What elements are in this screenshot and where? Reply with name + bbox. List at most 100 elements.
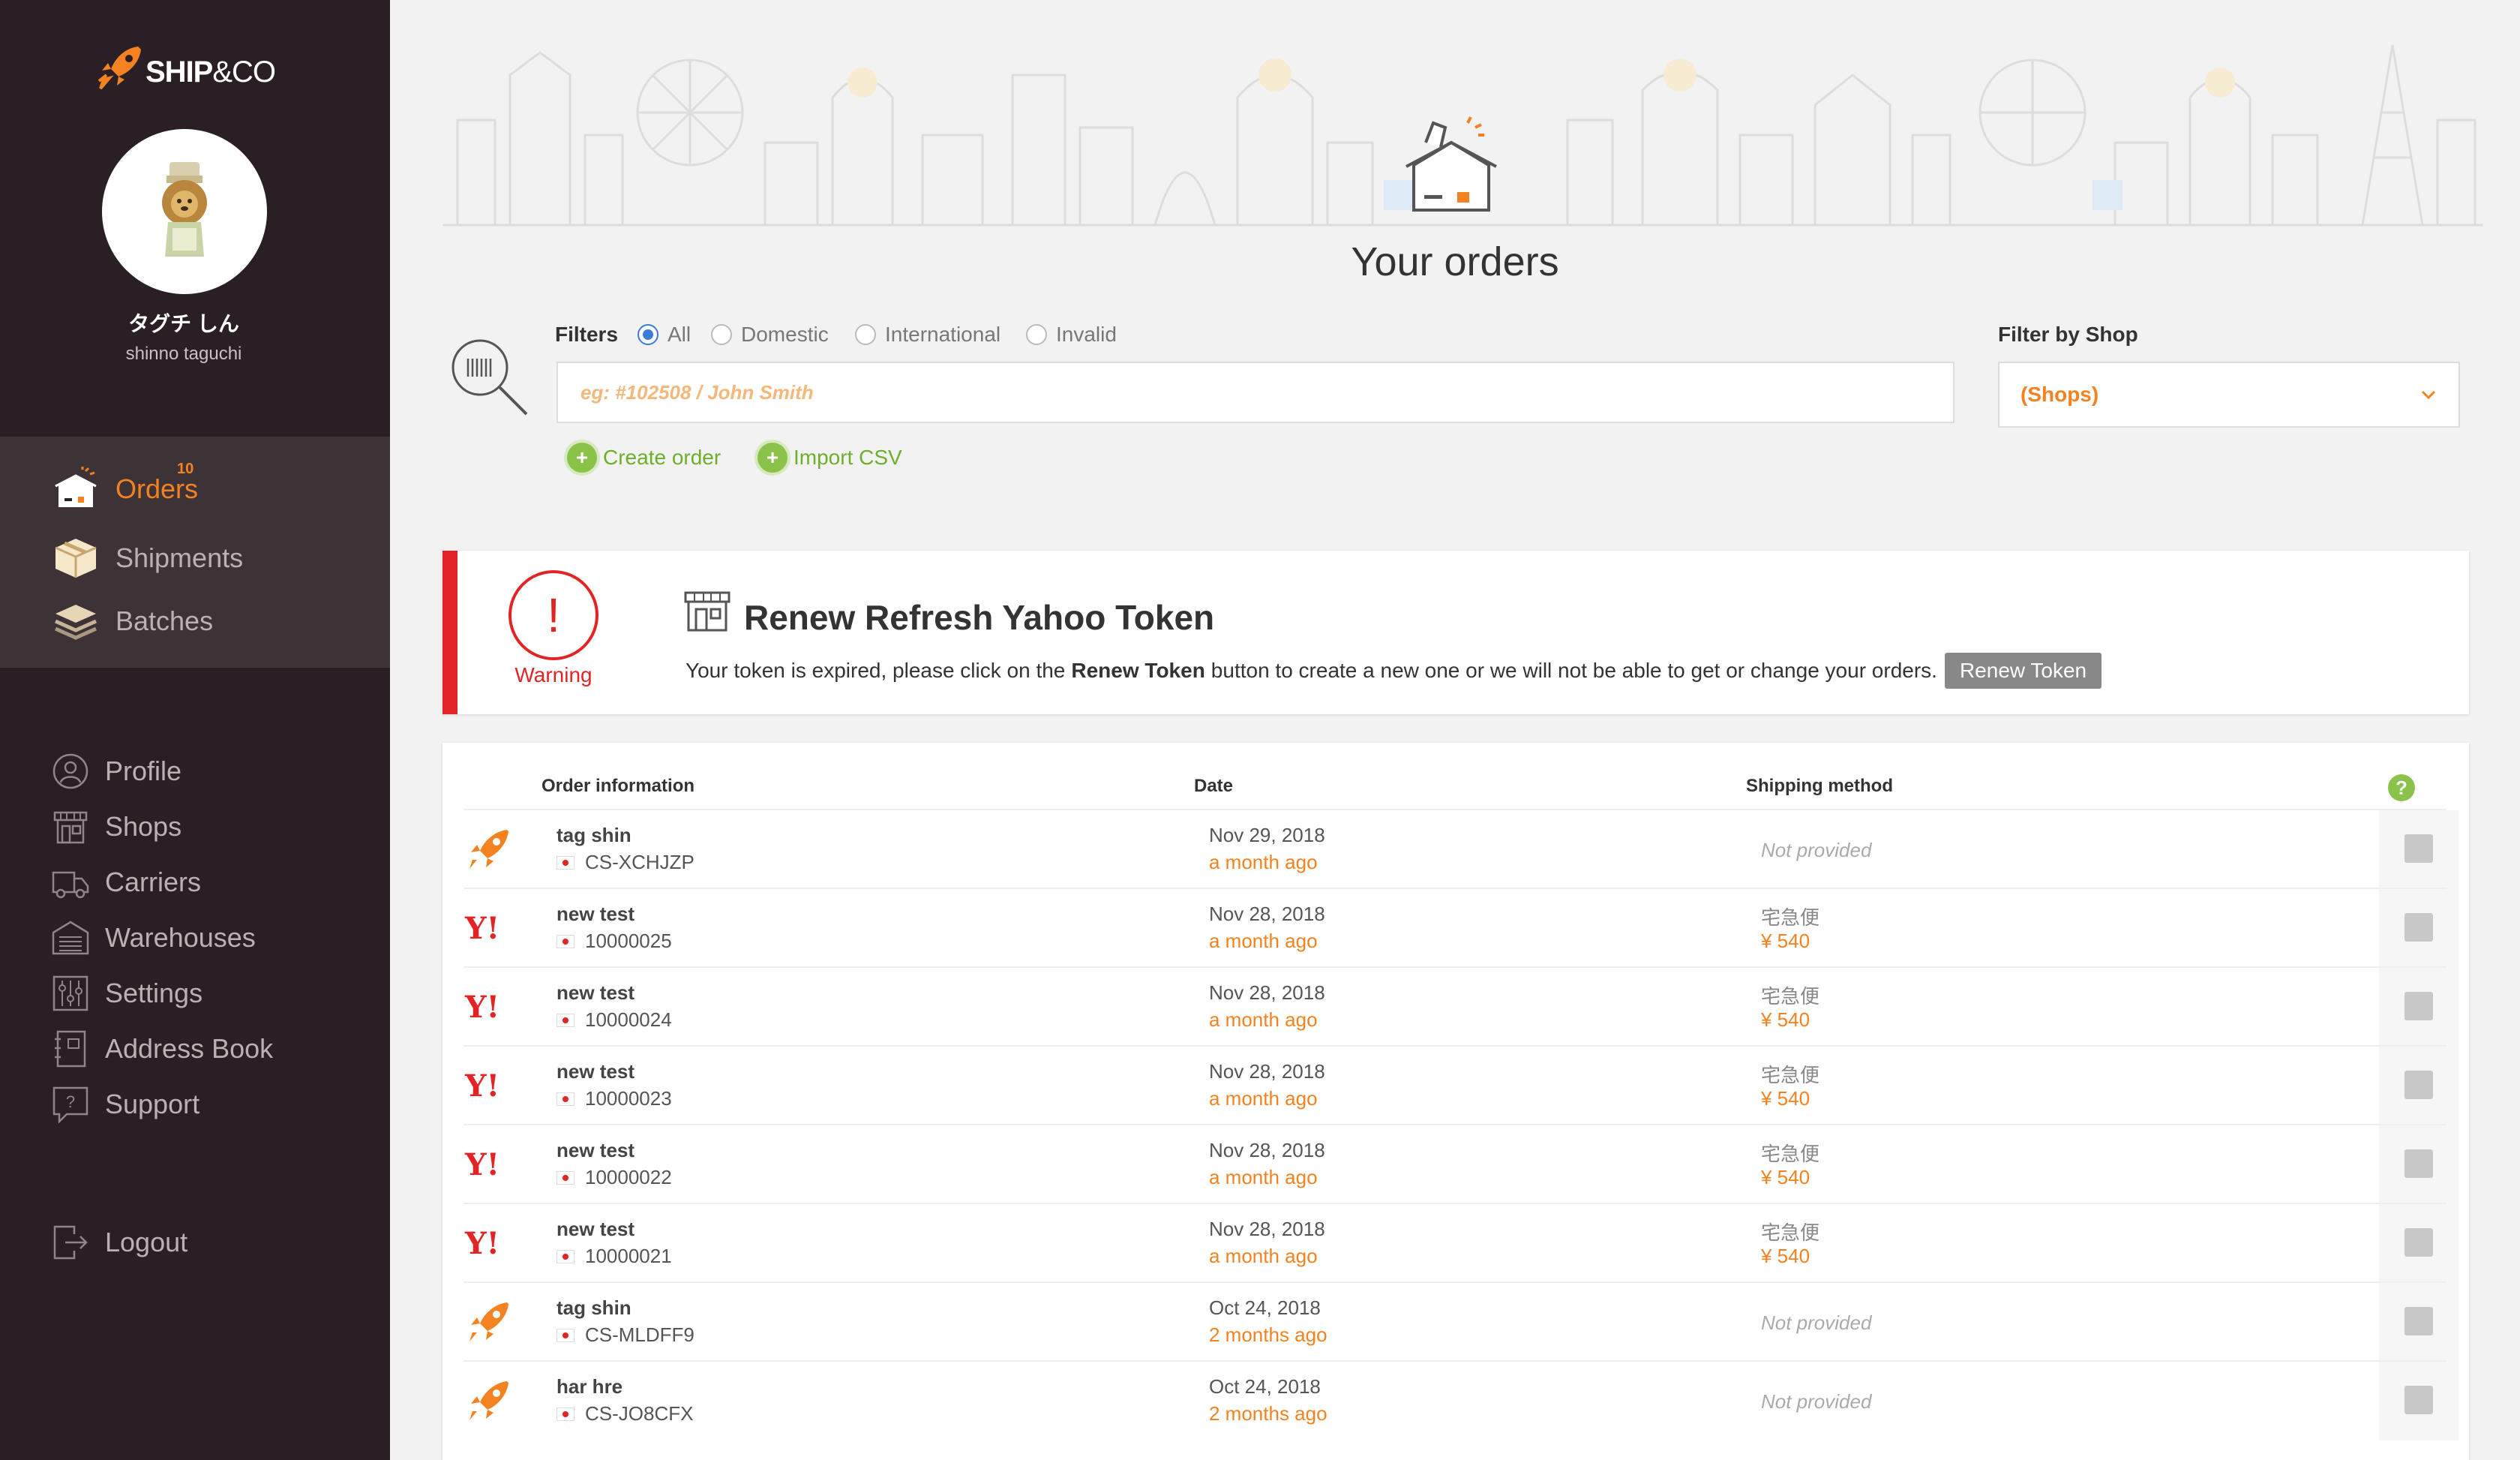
orders-count-badge: 10 [177, 461, 194, 477]
table-row[interactable]: Y! new test 10000021 Nov 28, 2018 a mont… [464, 1203, 2458, 1283]
row-checkbox[interactable] [2404, 1386, 2433, 1414]
table-row[interactable]: Y! new test 10000022 Nov 28, 2018 a mont… [464, 1124, 2458, 1204]
svg-text:Y!: Y! [464, 1069, 500, 1102]
yahoo-logo-icon: Y! [464, 1148, 500, 1181]
japan-flag-icon [556, 1249, 574, 1263]
filter-all-radio[interactable]: All [638, 323, 691, 347]
order-id: CS-MLDFF9 [556, 1323, 694, 1347]
row-checkbox[interactable] [2404, 913, 2433, 942]
filters-label: Filters [555, 323, 619, 346]
nav-orders[interactable]: Orders [51, 467, 198, 512]
shipping-price: ¥ 540 [1761, 1008, 1810, 1031]
brand-logo[interactable]: SHIP&CO [96, 42, 276, 102]
yahoo-logo-icon: Y! [464, 1069, 500, 1102]
order-id: 10000021 [556, 1245, 672, 1268]
shipping-method: 宅急便 [1761, 1064, 1820, 1086]
nav-support[interactable]: ? Support [51, 1085, 200, 1124]
order-id: 10000022 [556, 1166, 672, 1189]
order-source [464, 825, 514, 873]
table-row[interactable]: Y! new test 10000025 Nov 28, 2018 a mont… [464, 888, 2458, 968]
nav-warehouses[interactable]: Warehouses [51, 918, 256, 957]
order-source: Y! [464, 983, 514, 1031]
rocket-logo-icon [98, 47, 141, 90]
renew-token-button[interactable]: Renew Token [1944, 653, 2102, 689]
order-relative-date: a month ago [1209, 1087, 1318, 1110]
table-row[interactable]: Y! new test 10000024 Nov 28, 2018 a mont… [464, 966, 2458, 1047]
nav-logout[interactable]: Logout [51, 1223, 188, 1262]
row-checkbox[interactable] [2404, 1228, 2433, 1257]
brand-name: SHIP&CO [146, 55, 276, 89]
nav-batches[interactable]: Batches [51, 599, 213, 644]
order-date: Oct 24, 2018 [1209, 1296, 1321, 1319]
nav-carriers[interactable]: Carriers [51, 863, 201, 902]
warning-message: Your token is expired, please click on t… [686, 653, 2102, 689]
lion-avatar-icon [162, 162, 207, 257]
shipping-method: 宅急便 [1761, 985, 1820, 1008]
barcode-search-icon [452, 339, 528, 416]
table-row[interactable]: tag shin CS-MLDFF9 Oct 24, 2018 2 months… [464, 1281, 2458, 1362]
row-select-cell [2379, 1047, 2458, 1125]
warning-exclamation-icon: ! [508, 570, 598, 660]
import-csv-button[interactable]: + Import CSV [758, 443, 902, 473]
svg-text:Y!: Y! [464, 912, 500, 945]
chevron-down-icon [2421, 390, 2436, 400]
row-select-cell [2379, 810, 2458, 889]
table-row[interactable]: tag shin CS-XCHJZP Nov 29, 2018 a month … [464, 809, 2458, 889]
shop-filter-select[interactable]: (Shops) [1998, 362, 2460, 428]
table-row[interactable]: Y! new test 10000023 Nov 28, 2018 a mont… [464, 1045, 2458, 1125]
order-date: Oct 24, 2018 [1209, 1375, 1321, 1398]
svg-text:Y!: Y! [464, 990, 500, 1023]
row-select-cell [2379, 968, 2458, 1047]
yahoo-logo-icon: Y! [464, 1227, 500, 1260]
create-order-button[interactable]: + Create order [567, 443, 721, 473]
customer-name: tag shin [556, 824, 632, 846]
order-date: Nov 28, 2018 [1209, 1139, 1325, 1161]
row-checkbox[interactable] [2404, 992, 2433, 1020]
row-checkbox[interactable] [2404, 1307, 2433, 1335]
customer-name: tag shin [556, 1296, 632, 1319]
row-checkbox[interactable] [2404, 1149, 2433, 1178]
filter-invalid-radio[interactable]: Invalid [1026, 323, 1117, 347]
row-checkbox[interactable] [2404, 1071, 2433, 1099]
svg-text:Y!: Y! [464, 1148, 500, 1181]
shipping-method: Not provided [1761, 1311, 1872, 1334]
order-relative-date: 2 months ago [1209, 1323, 1328, 1346]
order-date: Nov 28, 2018 [1209, 1060, 1325, 1083]
nav-carriers-label: Carriers [105, 867, 202, 897]
table-row[interactable]: har hre CS-JO8CFX Oct 24, 2018 2 months … [464, 1360, 2458, 1440]
sliders-icon [51, 974, 90, 1013]
filter-domestic-radio[interactable]: Domestic [711, 323, 829, 347]
nav-address-book-label: Address Book [105, 1033, 274, 1064]
plus-icon: + [758, 443, 788, 473]
order-search-input[interactable] [556, 362, 1954, 423]
user-username: shinno taguchi [125, 344, 242, 364]
shipandco-rocket-icon [470, 1302, 508, 1341]
nav-shipments[interactable]: Shipments [51, 536, 243, 581]
shipping-price: ¥ 540 [1761, 930, 1810, 952]
nav-logout-label: Logout [105, 1227, 188, 1257]
nav-address-book[interactable]: Address Book [51, 1029, 273, 1068]
order-source: Y! [464, 904, 514, 952]
nav-warehouses-label: Warehouses [105, 922, 256, 953]
shop-icon [51, 807, 90, 846]
logout-icon [51, 1223, 90, 1262]
japan-flag-icon [556, 1170, 574, 1185]
shipping-price: ¥ 540 [1761, 1166, 1810, 1188]
customer-name: new test [556, 1060, 635, 1083]
nav-settings[interactable]: Settings [51, 974, 202, 1013]
address-book-icon [51, 1029, 90, 1068]
shipping-price: ¥ 540 [1761, 1087, 1810, 1110]
nav-profile[interactable]: Profile [51, 752, 182, 791]
shipping-price: ¥ 540 [1761, 1245, 1810, 1267]
order-relative-date: a month ago [1209, 1245, 1318, 1267]
order-relative-date: a month ago [1209, 930, 1318, 952]
order-relative-date: a month ago [1209, 851, 1318, 873]
filter-international-radio[interactable]: International [855, 323, 1000, 347]
row-checkbox[interactable] [2404, 834, 2433, 863]
nav-shops[interactable]: Shops [51, 807, 182, 846]
shipping-method: Not provided [1761, 839, 1872, 861]
avatar[interactable] [102, 129, 267, 294]
order-date: Nov 29, 2018 [1209, 824, 1325, 846]
customer-name: new test [556, 1139, 635, 1161]
help-icon[interactable]: ? [2388, 774, 2415, 801]
